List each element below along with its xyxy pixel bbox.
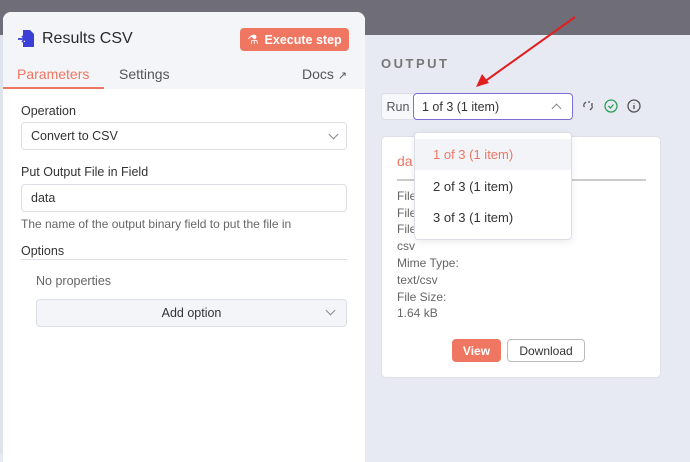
options-label: Options: [21, 244, 65, 258]
tab-settings[interactable]: Settings: [119, 66, 170, 82]
run-select[interactable]: 1 of 3 (1 item): [413, 93, 573, 120]
view-button[interactable]: View: [452, 339, 501, 362]
execute-step-button[interactable]: ⚗ Execute step: [240, 28, 349, 51]
convert-file-icon: [18, 30, 34, 47]
no-properties-text: No properties: [36, 274, 112, 288]
file-extension-value: csv: [397, 239, 415, 253]
node-parameters-panel: Results CSV ⚗ Execute step Parameters Set…: [3, 12, 365, 462]
file-size-value: 1.64 kB: [397, 306, 438, 320]
external-link-icon: ↗: [337, 70, 348, 82]
add-option-button[interactable]: Add option: [36, 299, 347, 327]
run-option-3[interactable]: 3 of 3 (1 item): [415, 202, 571, 233]
operation-select[interactable]: Convert to CSV: [21, 122, 347, 150]
active-tab-indicator: [3, 87, 104, 89]
run-label: Run: [381, 93, 414, 120]
flask-icon: ⚗: [247, 33, 259, 47]
tab-parameters[interactable]: Parameters: [17, 66, 89, 82]
mime-type-label: Mime Type:: [397, 256, 459, 270]
run-option-2[interactable]: 2 of 3 (1 item): [415, 171, 571, 202]
output-field-hint: The name of the output binary field to p…: [21, 217, 292, 231]
chevron-down-icon: [328, 129, 339, 139]
download-button[interactable]: Download: [507, 339, 585, 362]
run-select-dropdown: 1 of 3 (1 item) 2 of 3 (1 item) 3 of 3 (…: [414, 132, 572, 240]
unlink-icon[interactable]: [581, 99, 595, 113]
success-check-icon: [604, 99, 618, 113]
docs-link[interactable]: Docs ↗: [302, 66, 347, 82]
annotation-arrow-icon: [476, 16, 576, 87]
output-field-label: Put Output File in Field: [21, 165, 149, 179]
run-option-1[interactable]: 1 of 3 (1 item): [415, 139, 571, 170]
divider: [21, 259, 347, 260]
info-icon[interactable]: [627, 99, 641, 113]
chevron-up-icon: [551, 103, 562, 114]
mime-type-value: text/csv: [397, 273, 438, 287]
binary-field-title: da: [397, 153, 413, 169]
output-heading: OUTPUT: [381, 56, 450, 71]
output-field-input[interactable]: data: [21, 184, 347, 212]
file-size-label: File Size:: [397, 290, 447, 304]
node-title: Results CSV: [42, 30, 133, 47]
chevron-down-icon: [325, 305, 336, 316]
operation-label: Operation: [21, 104, 76, 118]
